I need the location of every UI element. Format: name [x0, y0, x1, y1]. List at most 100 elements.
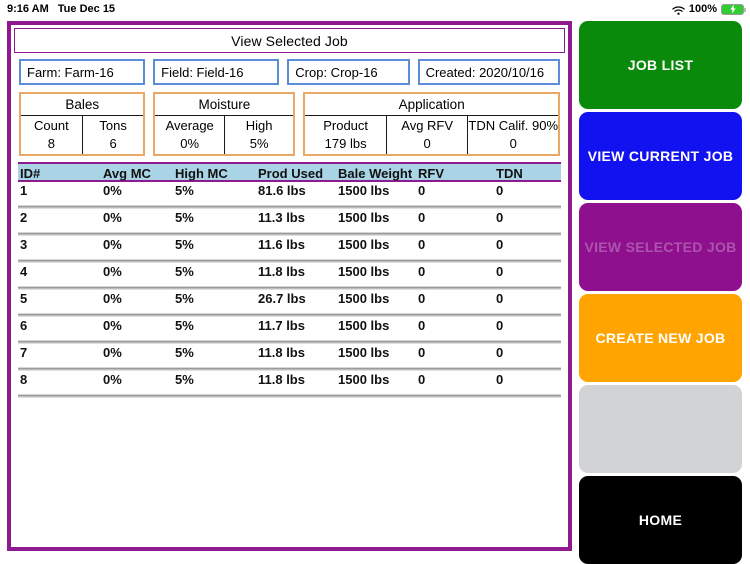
create-new-job-button[interactable]: CREATE NEW JOB — [579, 294, 742, 382]
column-header-bale-weight: Bale Weight — [338, 166, 413, 181]
table-row[interactable]: 7 0% 5% 11.8 lbs 1500 lbs 0 0 — [18, 344, 561, 367]
application-product-label: Product — [323, 118, 369, 134]
table-row[interactable]: 5 0% 5% 26.7 lbs 1500 lbs 0 0 — [18, 290, 561, 313]
cell-id: 2 — [20, 210, 28, 225]
cell-tdn: 0 — [496, 372, 504, 387]
moisture-high-label: High — [245, 118, 273, 134]
column-header-rfv: RFV — [418, 166, 444, 181]
cell-tdn: 0 — [496, 291, 504, 306]
moisture-average-value: 0% — [180, 136, 200, 151]
cell-id: 5 — [20, 291, 28, 306]
cell-tdn: 0 — [496, 210, 504, 225]
status-date: Tue Dec 15 — [57, 3, 116, 15]
cell-avg-mc: 0% — [103, 345, 122, 360]
cell-prod-used: 11.6 lbs — [258, 237, 305, 252]
main-panel: View Selected Job Farm: Farm-16 Field: F… — [7, 21, 572, 551]
application-tdn-calif-value: 0 — [509, 136, 517, 151]
application-avg-rfv-label: Avg RFV — [401, 118, 454, 134]
cell-avg-mc: 0% — [103, 210, 122, 225]
cell-avg-mc: 0% — [103, 183, 122, 198]
moisture-average-label: Average — [165, 118, 214, 134]
crop-field[interactable]: Crop: Crop-16 — [287, 59, 410, 85]
cell-bale-weight: 1500 lbs — [338, 183, 390, 198]
cell-rfv: 0 — [418, 291, 426, 306]
cell-prod-used: 11.8 lbs — [258, 345, 305, 360]
bales-count-cell: Count 8 — [21, 116, 83, 154]
application-group-title: Application — [305, 94, 558, 116]
table-row[interactable]: 4 0% 5% 11.8 lbs 1500 lbs 0 0 — [18, 263, 561, 286]
farm-field[interactable]: Farm: Farm-16 — [19, 59, 146, 85]
moisture-high-value: 5% — [249, 136, 269, 151]
table-row[interactable]: 2 0% 5% 11.3 lbs 1500 lbs 0 0 — [18, 209, 561, 232]
cell-avg-mc: 0% — [103, 372, 122, 387]
cell-tdn: 0 — [496, 318, 504, 333]
cell-high-mc: 5% — [175, 264, 194, 279]
application-tdn-calif-label: TDN Calif. 90% — [468, 118, 558, 134]
cell-avg-mc: 0% — [103, 291, 122, 306]
cell-bale-weight: 1500 lbs — [338, 372, 390, 387]
application-product-value: 179 lbs — [324, 136, 367, 151]
cell-tdn: 0 — [496, 264, 504, 279]
cell-rfv: 0 — [418, 264, 426, 279]
bales-tons-cell: Tons 6 — [83, 116, 144, 154]
cell-prod-used: 11.8 lbs — [258, 372, 305, 387]
table-header-row: ID# Avg MC High MC Prod Used Bale Weight… — [18, 162, 561, 182]
home-button[interactable]: HOME — [579, 476, 742, 564]
page-title: View Selected Job — [14, 28, 565, 53]
sidebar: JOB LIST VIEW CURRENT JOB VIEW SELECTED … — [579, 21, 742, 564]
bales-table: ID# Avg MC High MC Prod Used Bale Weight… — [14, 162, 565, 398]
row-divider — [18, 394, 561, 398]
job-meta-row: Farm: Farm-16 Field: Field-16 Crop: Crop… — [14, 59, 565, 85]
cell-high-mc: 5% — [175, 345, 194, 360]
battery-charging-icon — [721, 3, 746, 15]
cell-rfv: 0 — [418, 183, 426, 198]
status-bar: 9:16 AM Tue Dec 15 100% — [0, 0, 750, 18]
status-time: 9:16 AM — [7, 3, 49, 15]
cell-tdn: 0 — [496, 237, 504, 252]
cell-id: 7 — [20, 345, 28, 360]
table-row[interactable]: 8 0% 5% 11.8 lbs 1500 lbs 0 0 — [18, 371, 561, 394]
table-row[interactable]: 3 0% 5% 11.6 lbs 1500 lbs 0 0 — [18, 236, 561, 259]
cell-bale-weight: 1500 lbs — [338, 318, 390, 333]
cell-prod-used: 11.3 lbs — [258, 210, 305, 225]
cell-bale-weight: 1500 lbs — [338, 291, 390, 306]
cell-id: 1 — [20, 183, 28, 198]
job-list-button[interactable]: JOB LIST — [579, 21, 742, 109]
column-header-avg-mc: Avg MC — [103, 166, 151, 181]
bales-group-title: Bales — [21, 94, 144, 116]
cell-prod-used: 26.7 lbs — [258, 291, 306, 306]
cell-rfv: 0 — [418, 372, 426, 387]
bales-count-label: Count — [34, 118, 69, 134]
moisture-average-cell: Average 0% — [155, 116, 225, 154]
application-tdn-calif-cell: TDN Calif. 90% 0 — [468, 116, 558, 154]
cell-high-mc: 5% — [175, 210, 194, 225]
wifi-icon — [672, 5, 685, 16]
battery-percent: 100% — [688, 3, 717, 15]
view-selected-job-button[interactable]: VIEW SELECTED JOB — [579, 203, 742, 291]
cell-bale-weight: 1500 lbs — [338, 210, 390, 225]
table-row[interactable]: 1 0% 5% 81.6 lbs 1500 lbs 0 0 — [18, 182, 561, 205]
moisture-high-cell: High 5% — [225, 116, 293, 154]
cell-avg-mc: 0% — [103, 237, 122, 252]
cell-rfv: 0 — [418, 237, 426, 252]
column-header-id: ID# — [20, 166, 41, 181]
cell-rfv: 0 — [418, 210, 426, 225]
cell-high-mc: 5% — [175, 372, 194, 387]
cell-high-mc: 5% — [175, 318, 194, 333]
cell-tdn: 0 — [496, 345, 504, 360]
cell-avg-mc: 0% — [103, 318, 122, 333]
column-header-tdn: TDN — [496, 166, 523, 181]
created-field[interactable]: Created: 2020/10/16 — [417, 59, 561, 85]
column-header-prod-used: Prod Used — [258, 166, 324, 181]
bales-tons-value: 6 — [109, 136, 117, 151]
table-row[interactable]: 6 0% 5% 11.7 lbs 1500 lbs 0 0 — [18, 317, 561, 340]
cell-rfv: 0 — [418, 318, 426, 333]
cell-bale-weight: 1500 lbs — [338, 237, 390, 252]
cell-id: 3 — [20, 237, 28, 252]
table-body: 1 0% 5% 81.6 lbs 1500 lbs 0 0 2 0% 5% 11.3 lbs 1500… — [18, 182, 561, 398]
application-group: Application Product 179 lbs Avg RFV 0 TD… — [303, 92, 560, 156]
field-field[interactable]: Field: Field-16 — [153, 59, 280, 85]
moisture-group-title: Moisture — [155, 94, 294, 116]
view-current-job-button[interactable]: VIEW CURRENT JOB — [579, 112, 742, 200]
blank-button[interactable] — [579, 385, 742, 473]
